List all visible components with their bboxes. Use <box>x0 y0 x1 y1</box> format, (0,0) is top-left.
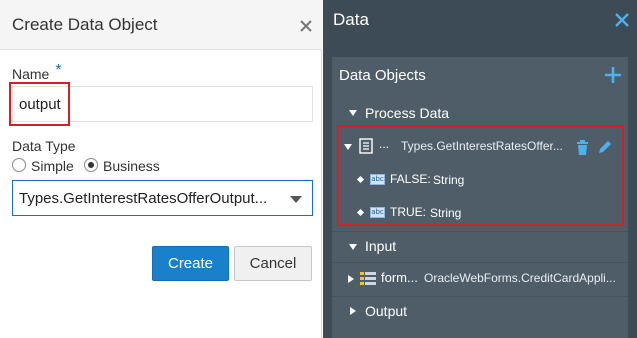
create-data-object-dialog: Create Data Object Name * output Data Typ… <box>0 0 322 338</box>
expand-down-icon <box>349 110 357 116</box>
radio-simple[interactable] <box>12 158 26 172</box>
data-panel: Data Data Objects Process Data ... Types… <box>323 0 637 338</box>
tree-item-input[interactable]: Input <box>332 232 628 262</box>
form-field-type: OracleWebForms.CreditCardAppli... <box>424 271 616 285</box>
radio-simple-label: Simple <box>31 158 74 174</box>
expand-right-icon <box>348 275 354 283</box>
output-label: Output <box>365 303 408 319</box>
dialog-title: Create Data Object <box>12 15 158 34</box>
panel-title: Data <box>333 10 369 29</box>
tree-item-form[interactable]: form... OracleWebForms.CreditCardAppli..… <box>332 263 628 296</box>
close-icon[interactable] <box>299 19 313 33</box>
object-highlight-box <box>337 125 624 226</box>
required-marker: * <box>55 62 62 79</box>
radio-business-label: Business <box>103 158 160 174</box>
radio-business[interactable] <box>84 158 98 172</box>
data-type-label: Data Type <box>12 138 76 154</box>
data-objects-title: Data Objects <box>339 67 426 84</box>
expand-right-icon <box>350 307 356 315</box>
dialog-header: Create Data Object <box>0 0 322 50</box>
business-type-select[interactable]: Types.GetInterestRatesOfferOutput... <box>12 180 313 216</box>
tree-item-output[interactable]: Output <box>332 297 628 327</box>
name-label-text: Name <box>12 66 50 82</box>
name-highlight-box <box>9 82 70 126</box>
form-icon <box>360 272 376 285</box>
plus-icon[interactable] <box>604 66 622 84</box>
process-data-label: Process Data <box>365 105 450 121</box>
data-objects-tree: Data Objects Process Data ... Types.GetI… <box>332 57 628 338</box>
close-icon[interactable] <box>614 12 630 28</box>
form-field-name: form... <box>381 270 418 285</box>
data-objects-header: Data Objects <box>332 57 628 95</box>
business-type-select-value: Types.GetInterestRatesOfferOutput... <box>19 190 268 207</box>
chevron-down-icon <box>290 196 302 203</box>
cancel-button[interactable]: Cancel <box>234 246 312 281</box>
create-button[interactable]: Create <box>152 246 229 281</box>
input-label: Input <box>365 238 397 254</box>
expand-down-icon <box>349 244 357 250</box>
